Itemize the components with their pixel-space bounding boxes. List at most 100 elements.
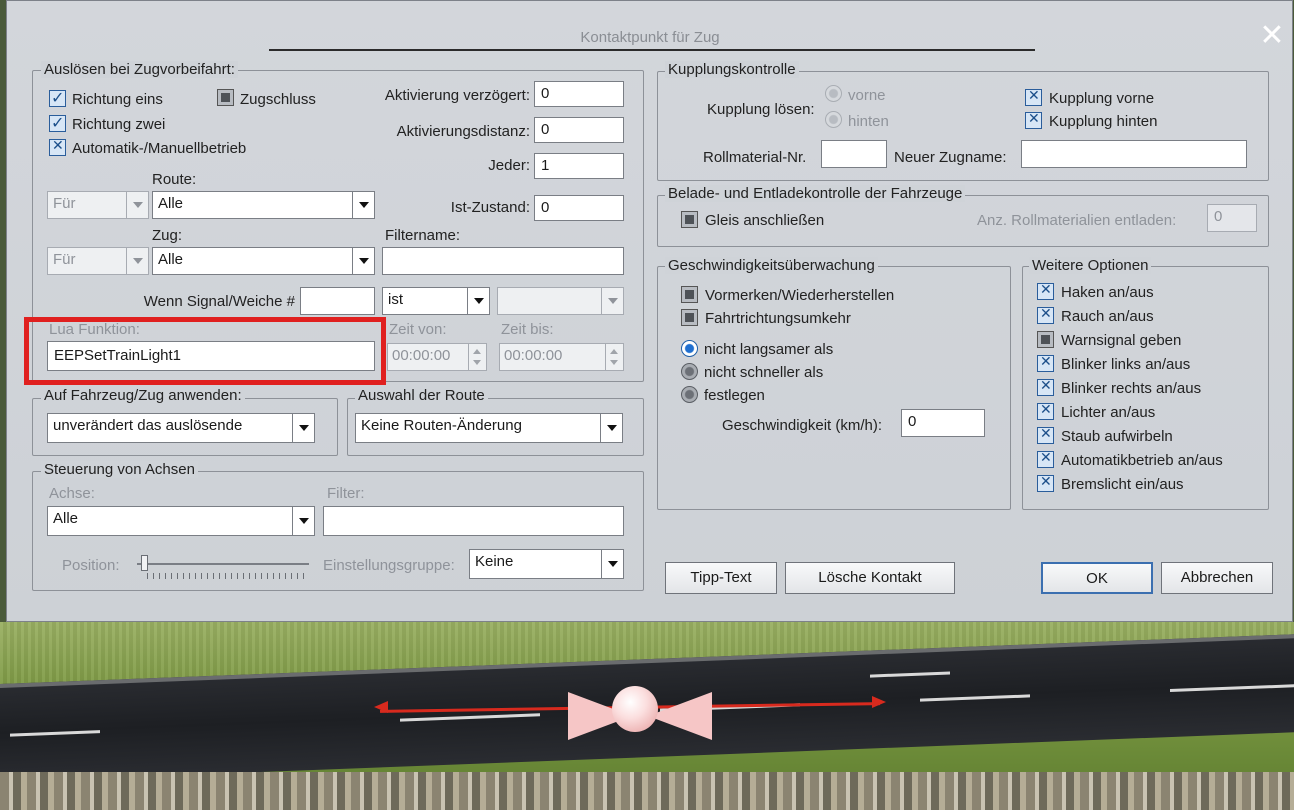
option-checkbox[interactable]	[1037, 402, 1054, 420]
ist-zustand-input[interactable]: 0	[534, 195, 624, 221]
zug-value: Alle	[158, 251, 184, 268]
abbrechen-button[interactable]: Abbrechen	[1161, 562, 1273, 594]
richtung-eins-checkbox[interactable]	[49, 88, 66, 107]
signal-input[interactable]	[300, 287, 375, 315]
geschwindigkeit-input[interactable]: 0	[901, 409, 985, 437]
position-slider-ticks	[147, 573, 309, 579]
chevron-down-icon	[292, 414, 314, 442]
zeit-von-value: 00:00:00	[392, 347, 451, 364]
kupplung-loesen-label: Kupplung lösen:	[707, 101, 815, 118]
zugname-label: Neuer Zugname:	[894, 149, 1007, 166]
filter-label: Filter:	[327, 485, 365, 502]
zug-label: Zug:	[152, 227, 183, 244]
automatik-checkbox[interactable]	[49, 138, 66, 156]
rollmaterial-input[interactable]	[821, 140, 887, 168]
aktivierung-input[interactable]: 0	[534, 81, 624, 107]
kupplung-vorne-checkbox[interactable]	[1025, 88, 1042, 106]
zeit-von-spinner[interactable]: 00:00:00	[387, 343, 487, 371]
nicht-schneller-radio[interactable]	[681, 363, 698, 380]
lane-dash	[920, 694, 1030, 702]
lane-dash	[400, 713, 540, 722]
vorne-label: vorne	[848, 87, 886, 104]
ist-select[interactable]: ist	[382, 287, 490, 315]
zeit-bis-spinner[interactable]: 00:00:00	[499, 343, 624, 371]
gleis-checkbox[interactable]	[681, 211, 698, 228]
options-list: Haken an/aus Rauch an/aus Warnsignal geben…	[1037, 282, 1267, 503]
tipp-text-button[interactable]: Tipp-Text	[665, 562, 777, 594]
route-change-select[interactable]: Keine Routen-Änderung	[355, 413, 623, 443]
richtung-zwei-checkbox[interactable]	[49, 113, 66, 132]
option-checkbox[interactable]	[1037, 331, 1054, 348]
lane-dash	[870, 671, 950, 678]
richtung-eins-label: Richtung eins	[72, 91, 163, 108]
position-slider-track[interactable]	[137, 563, 309, 565]
contact-point-dialog: Kontaktpunkt für Zug ✕ Auslösen bei Zugv…	[6, 0, 1293, 622]
kupplung-vorne-label: Kupplung vorne	[1049, 90, 1155, 107]
nicht-langsamer-radio[interactable]	[681, 340, 698, 357]
festlegen-label: festlegen	[704, 387, 765, 404]
option-label: Blinker rechts an/aus	[1061, 380, 1202, 397]
option-checkbox[interactable]	[1037, 306, 1054, 324]
nicht-schneller-label: nicht schneller als	[704, 364, 824, 381]
scene-view[interactable]	[0, 622, 1294, 810]
lua-highlight-box	[24, 317, 386, 385]
signal-state-select[interactable]	[497, 287, 624, 315]
gravel-bed	[0, 772, 1294, 810]
richtung-zwei-label: Richtung zwei	[72, 116, 166, 133]
route-selection-legend: Auswahl der Route	[355, 387, 488, 404]
vormerken-checkbox[interactable]	[681, 286, 698, 303]
gruppe-value: Keine	[475, 553, 514, 570]
route-change-value: Keine Routen-Änderung	[361, 417, 522, 434]
close-icon[interactable]: ✕	[1257, 21, 1287, 51]
route-label: Route:	[152, 171, 197, 188]
route-qualifier-value: Für	[53, 195, 76, 212]
option-checkbox[interactable]	[1037, 474, 1054, 492]
zugschluss-checkbox[interactable]	[217, 89, 234, 106]
option-checkbox[interactable]	[1037, 282, 1054, 300]
option-label: Bremslicht ein/aus	[1061, 476, 1184, 493]
spinner-arrows-icon[interactable]	[468, 344, 486, 370]
zug-qualifier-select[interactable]: Für	[47, 247, 149, 275]
achse-select[interactable]: Alle	[47, 506, 315, 536]
option-label: Rauch an/aus	[1061, 308, 1154, 325]
gruppe-select[interactable]: Keine	[469, 549, 624, 579]
contact-point-marker[interactable]	[612, 686, 658, 732]
chevron-down-icon	[292, 507, 314, 535]
geschwindigkeit-label: Geschwindigkeit (km/h):	[722, 417, 883, 434]
apply-select[interactable]: unverändert das auslösende	[47, 413, 315, 443]
option-checkbox[interactable]	[1037, 450, 1054, 468]
coupling-legend: Kupplungskontrolle	[665, 61, 799, 78]
chevron-down-icon	[601, 288, 623, 314]
zug-qualifier-value: Für	[53, 251, 76, 268]
achse-filter-input[interactable]	[323, 506, 624, 536]
hinten-label: hinten	[848, 113, 889, 130]
kupplung-hinten-checkbox[interactable]	[1025, 111, 1042, 129]
loesche-kontakt-button[interactable]: Lösche Kontakt	[785, 562, 955, 594]
marker-wing-right	[648, 692, 712, 740]
option-checkbox[interactable]	[1037, 354, 1054, 372]
fahrtrichtung-checkbox[interactable]	[681, 309, 698, 326]
anz-input[interactable]: 0	[1207, 204, 1257, 232]
axes-legend: Steuerung von Achsen	[41, 461, 198, 478]
rollmaterial-label: Rollmaterial-Nr.	[703, 149, 807, 166]
spinner-arrows-icon[interactable]	[605, 344, 623, 370]
zug-select[interactable]: Alle	[152, 247, 375, 275]
zugname-input[interactable]	[1021, 140, 1247, 168]
option-checkbox[interactable]	[1037, 426, 1054, 444]
option-label: Haken an/aus	[1061, 284, 1154, 301]
aktivierung-label: Aktivierung verzögert:	[384, 87, 530, 104]
jeder-input[interactable]: 1	[534, 153, 624, 179]
position-slider-thumb[interactable]	[141, 555, 148, 571]
chevron-down-icon	[352, 192, 374, 218]
hinten-radio[interactable]	[825, 111, 842, 128]
filtername-input[interactable]	[382, 247, 624, 275]
route-select[interactable]: Alle	[152, 191, 375, 219]
vorne-radio[interactable]	[825, 85, 842, 102]
option-checkbox[interactable]	[1037, 378, 1054, 396]
route-qualifier-select[interactable]: Für	[47, 191, 149, 219]
kupplung-hinten-label: Kupplung hinten	[1049, 113, 1158, 130]
distanz-input[interactable]: 0	[534, 117, 624, 143]
ok-button[interactable]: OK	[1041, 562, 1153, 594]
arrow-left-icon	[374, 701, 388, 713]
festlegen-radio[interactable]	[681, 386, 698, 403]
